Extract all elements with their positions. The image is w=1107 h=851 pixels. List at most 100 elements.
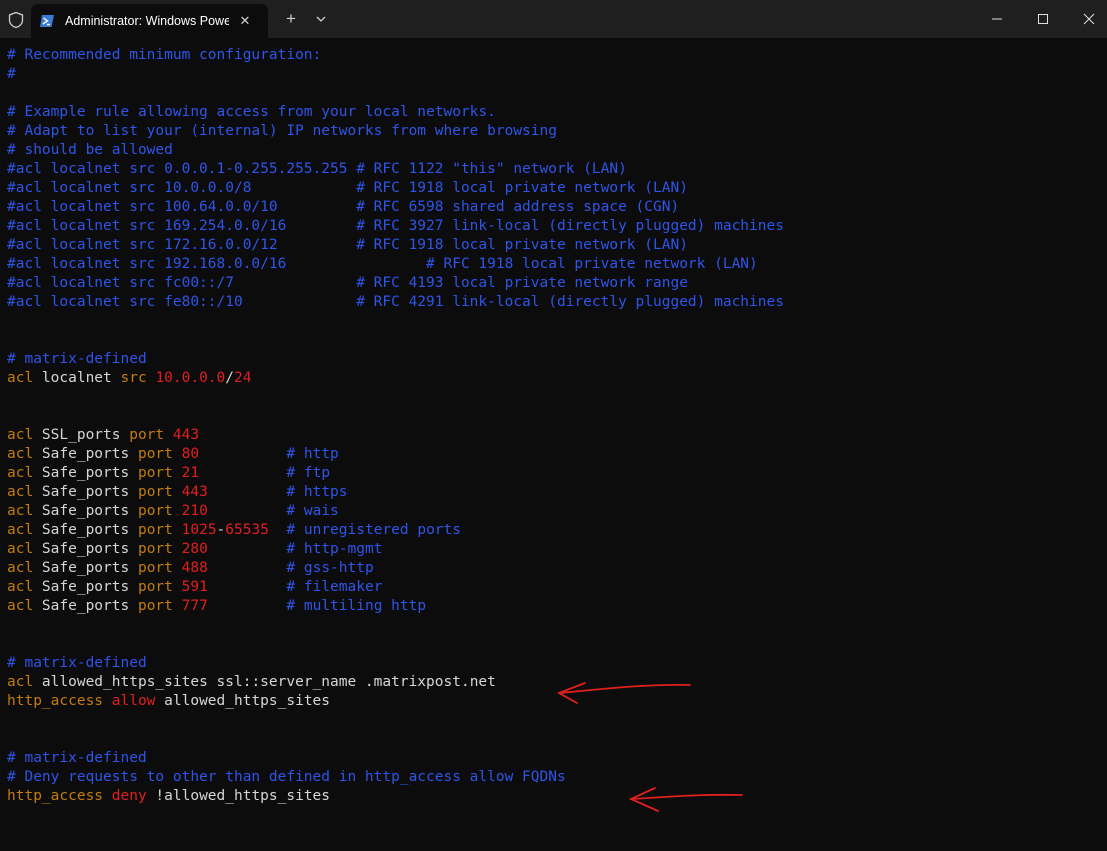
plain-text: allowed_https_sites	[155, 693, 331, 709]
value-text: 777	[181, 598, 208, 614]
value-text: deny	[111, 788, 147, 804]
keyword-text: acl	[7, 579, 34, 595]
comment-text: # Example rule allowing access from your…	[7, 104, 496, 120]
keyword-text: port	[137, 560, 173, 576]
keyword-text: acl	[7, 674, 34, 690]
plain-text	[208, 560, 287, 576]
keyword-text: port	[129, 427, 165, 443]
plain-text	[173, 560, 182, 576]
comment-text: # gss-http	[286, 560, 374, 576]
keyword-text: acl	[7, 503, 34, 519]
plain-text: Safe_ports	[33, 446, 138, 462]
keyword-text: port	[137, 522, 173, 538]
minimize-button[interactable]	[974, 0, 1020, 38]
plain-text	[173, 503, 182, 519]
value-text: 80	[181, 446, 200, 462]
terminal-output[interactable]: # Recommended minimum configuration: # # E…	[7, 46, 1097, 846]
plain-text	[208, 541, 287, 557]
terminal-line: # matrix-defined	[7, 749, 1097, 768]
terminal-line: acl Safe_ports port 280 # http-mgmt	[7, 540, 1097, 559]
terminal-line: acl SSL_ports port 443	[7, 426, 1097, 445]
new-tab-button[interactable]: +	[281, 9, 301, 29]
terminal-line: acl Safe_ports port 210 # wais	[7, 502, 1097, 521]
comment-text: # Deny requests to other than defined in…	[7, 769, 566, 785]
comment-text: # matrix-defined	[7, 655, 147, 671]
plain-text	[208, 579, 287, 595]
plain-text	[208, 598, 287, 614]
comment-text: #acl localnet src 10.0.0.0/8 # RFC 1918 …	[7, 180, 688, 196]
chevron-down-icon[interactable]	[311, 9, 331, 29]
terminal-line: acl allowed_https_sites ssl::server_name…	[7, 673, 1097, 692]
plain-text: Safe_ports	[33, 465, 138, 481]
terminal-line: #acl localnet src 172.16.0.0/12 # RFC 19…	[7, 236, 1097, 255]
keyword-text: src	[120, 370, 147, 386]
terminal-line: http_access allow allowed_https_sites	[7, 692, 1097, 711]
terminal-line: acl Safe_ports port 443 # https	[7, 483, 1097, 502]
tab-title: Administrator: Windows PowerShell	[65, 14, 229, 28]
close-icon	[1083, 13, 1095, 25]
plain-text	[103, 693, 112, 709]
maximize-button[interactable]	[1020, 0, 1066, 38]
comment-text: # unregistered ports	[286, 522, 462, 538]
comment-text: # ftp	[286, 465, 331, 481]
close-window-button[interactable]	[1066, 0, 1107, 38]
plain-text: Safe_ports	[33, 503, 138, 519]
comment-text: #acl localnet src fe80::/10 # RFC 4291 l…	[7, 294, 784, 310]
keyword-text: acl	[7, 465, 34, 481]
comment-text: #acl localnet src 100.64.0.0/10 # RFC 65…	[7, 199, 680, 215]
maximize-icon	[1038, 14, 1048, 24]
terminal-line: #	[7, 65, 1097, 84]
comment-text: # http-mgmt	[286, 541, 383, 557]
plain-text: Safe_ports	[33, 579, 138, 595]
plain-text	[103, 788, 112, 804]
keyword-text: port	[137, 598, 173, 614]
comment-text: #acl localnet src 172.16.0.0/12 # RFC 19…	[7, 237, 688, 253]
powershell-icon	[40, 15, 54, 27]
comment-text: #acl localnet src 192.168.0.0/16 # RFC 1…	[7, 256, 758, 272]
plain-text: Safe_ports	[33, 560, 138, 576]
keyword-text: port	[137, 484, 173, 500]
terminal-line: http_access deny !allowed_https_sites	[7, 787, 1097, 806]
comment-text: # wais	[286, 503, 339, 519]
terminal-line: acl Safe_ports port 80 # http	[7, 445, 1097, 464]
keyword-text: acl	[7, 370, 34, 386]
comment-text: # should be allowed	[7, 142, 173, 158]
comment-text: # http	[286, 446, 339, 462]
title-bar: Administrator: Windows PowerShell ✕ +	[0, 0, 1107, 38]
plain-text: Safe_ports	[33, 522, 138, 538]
terminal-line: acl Safe_ports port 488 # gss-http	[7, 559, 1097, 578]
plain-text	[173, 522, 182, 538]
close-tab-icon[interactable]: ✕	[237, 13, 253, 29]
plain-text: Safe_ports	[33, 541, 138, 557]
keyword-text: port	[137, 446, 173, 462]
value-text: 21	[181, 465, 200, 481]
value-text: 488	[181, 560, 208, 576]
plain-text	[173, 484, 182, 500]
terminal-line: acl localnet src 10.0.0.0/24	[7, 369, 1097, 388]
shield-icon	[8, 11, 24, 29]
terminal-line: # Adapt to list your (internal) IP netwo…	[7, 122, 1097, 141]
comment-text: # https	[286, 484, 348, 500]
plain-text	[164, 427, 173, 443]
plain-text	[173, 446, 182, 462]
comment-text: # matrix-defined	[7, 750, 147, 766]
comment-text: # multiling http	[286, 598, 427, 614]
tab-powershell[interactable]: Administrator: Windows PowerShell ✕	[31, 4, 268, 38]
keyword-text: acl	[7, 541, 34, 557]
plain-text: -	[216, 522, 226, 538]
keyword-text: acl	[7, 522, 34, 538]
plain-text: SSL_ports	[33, 427, 130, 443]
comment-text: # Adapt to list your (internal) IP netwo…	[7, 123, 557, 139]
plain-text	[208, 503, 287, 519]
terminal-line: # Deny requests to other than defined in…	[7, 768, 1097, 787]
keyword-text: port	[137, 541, 173, 557]
plain-text	[173, 598, 182, 614]
plain-text	[173, 579, 182, 595]
value-text: 10.0.0.0	[155, 370, 226, 386]
